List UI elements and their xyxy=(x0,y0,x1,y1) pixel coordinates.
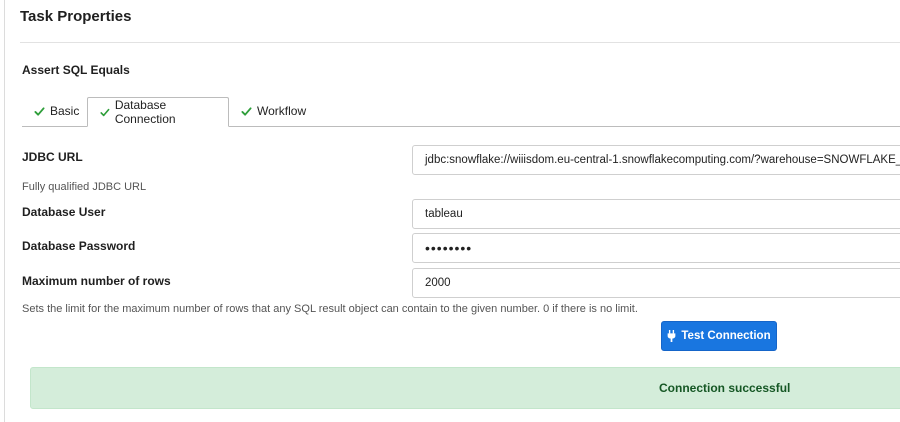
tab-label: Database Connection xyxy=(114,98,176,126)
database-user-label: Database User xyxy=(22,205,106,219)
success-alert: Connection successful xyxy=(30,367,900,409)
task-name: Assert SQL Equals xyxy=(22,63,130,77)
tab-database-connection[interactable]: Database Connection xyxy=(87,97,229,127)
database-user-input[interactable]: tableau xyxy=(412,199,900,229)
panel-title: Task Properties xyxy=(20,8,132,25)
panel-left-border xyxy=(4,0,5,422)
jdbc-url-label: JDBC URL xyxy=(22,150,83,164)
check-icon xyxy=(100,108,110,116)
database-password-input[interactable]: •••••••• xyxy=(412,233,900,263)
plug-icon xyxy=(668,330,676,342)
max-rows-label: Maximum number of rows xyxy=(22,274,171,288)
tab-basic[interactable]: Basic xyxy=(34,97,79,125)
max-rows-help: Sets the limit for the maximum number of… xyxy=(22,303,638,315)
task-properties-panel: Task Properties Assert SQL Equals Basic … xyxy=(0,0,900,422)
tab-label: Basic xyxy=(50,104,80,118)
tab-workflow[interactable]: Workflow xyxy=(241,97,306,125)
status-message: Connection successful xyxy=(659,381,791,395)
jdbc-url-help: Fully qualified JDBC URL xyxy=(22,181,147,193)
database-password-label: Database Password xyxy=(22,239,136,253)
title-divider xyxy=(20,42,900,43)
test-connection-button[interactable]: Test Connection xyxy=(661,321,777,351)
check-icon xyxy=(34,106,45,116)
tab-bar: Basic Database Connection Workflow xyxy=(22,97,900,127)
tab-label: Workflow xyxy=(257,104,307,118)
max-rows-input[interactable]: 2000 xyxy=(412,268,900,298)
jdbc-url-input[interactable]: jdbc:snowflake://wiiisdom.eu-central-1.s… xyxy=(412,145,900,175)
test-connection-label: Test Connection xyxy=(681,330,771,342)
check-icon xyxy=(241,106,252,116)
